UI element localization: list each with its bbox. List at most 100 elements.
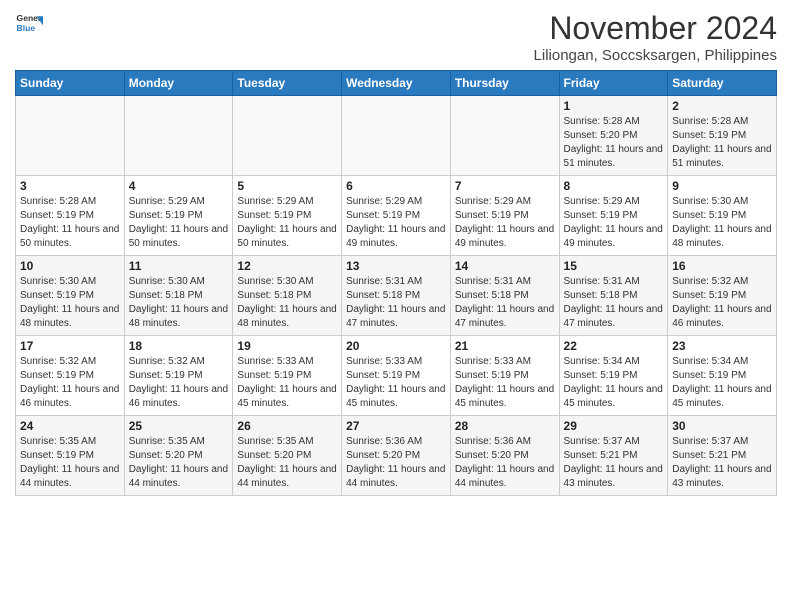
calendar-header-row: SundayMondayTuesdayWednesdayThursdayFrid… [16,71,777,96]
day-info: Sunrise: 5:33 AMSunset: 5:19 PMDaylight:… [237,355,337,411]
day-cell: 4 Sunrise: 5:29 AMSunset: 5:19 PMDaylight… [124,176,233,256]
logo-icon: General Blue [15,10,43,38]
day-cell [16,96,125,176]
day-info: Sunrise: 5:36 AMSunset: 5:20 PMDaylight:… [455,435,555,491]
day-number: 15 [564,259,664,273]
header-thursday: Thursday [450,71,559,96]
day-info: Sunrise: 5:30 AMSunset: 5:18 PMDaylight:… [237,275,337,331]
day-cell: 7Sunrise: 5:29 AMSunset: 5:19 PMDaylight… [450,176,559,256]
day-info: Sunrise: 5:28 AMSunset: 5:20 PMDaylight:… [564,115,664,171]
day-number: 21 [455,339,555,353]
day-number: 25 [129,419,229,433]
day-info: Sunrise: 5:36 AMSunset: 5:20 PMDaylight:… [346,435,446,491]
day-cell: 19 Sunrise: 5:33 AMSunset: 5:19 PMDayligh… [233,336,342,416]
day-cell: 8 Sunrise: 5:29 AMSunset: 5:19 PMDaylight… [559,176,668,256]
day-cell: 6 Sunrise: 5:29 AMSunset: 5:19 PMDaylight… [342,176,451,256]
day-info: Sunrise: 5:32 AMSunset: 5:19 PMDaylight:… [672,275,772,331]
day-cell [124,96,233,176]
day-info: Sunrise: 5:29 AMSunset: 5:19 PMDaylight:… [346,195,446,251]
day-info: Sunrise: 5:33 AMSunset: 5:19 PMDaylight:… [346,355,446,411]
day-number: 18 [129,339,229,353]
day-info: Sunrise: 5:37 AMSunset: 5:21 PMDaylight:… [672,435,772,491]
day-cell: 24 Sunrise: 5:35 AMSunset: 5:19 PMDayligh… [16,416,125,496]
svg-text:Blue: Blue [17,23,36,33]
day-number: 7 [455,179,555,193]
day-cell: 12 Sunrise: 5:30 AMSunset: 5:18 PMDayligh… [233,256,342,336]
month-title: November 2024 [534,10,777,47]
day-number: 22 [564,339,664,353]
day-number: 13 [346,259,446,273]
day-number: 16 [672,259,772,273]
day-cell [342,96,451,176]
day-cell: 29 Sunrise: 5:37 AMSunset: 5:21 PMDayligh… [559,416,668,496]
day-cell: 3Sunrise: 5:28 AMSunset: 5:19 PMDaylight… [16,176,125,256]
day-info: Sunrise: 5:31 AMSunset: 5:18 PMDaylight:… [564,275,664,331]
day-number: 2 [672,99,772,113]
day-info: Sunrise: 5:28 AMSunset: 5:19 PMDaylight:… [672,115,772,171]
day-number: 30 [672,419,772,433]
day-number: 19 [237,339,337,353]
day-info: Sunrise: 5:29 AMSunset: 5:19 PMDaylight:… [564,195,664,251]
day-cell: 5 Sunrise: 5:29 AMSunset: 5:19 PMDaylight… [233,176,342,256]
day-cell: 26 Sunrise: 5:35 AMSunset: 5:20 PMDayligh… [233,416,342,496]
calendar-table: SundayMondayTuesdayWednesdayThursdayFrid… [15,70,777,496]
week-row-1: 1 Sunrise: 5:28 AMSunset: 5:20 PMDaylight… [16,96,777,176]
day-cell: 17Sunrise: 5:32 AMSunset: 5:19 PMDayligh… [16,336,125,416]
day-info: Sunrise: 5:34 AMSunset: 5:19 PMDaylight:… [672,355,772,411]
day-cell: 16 Sunrise: 5:32 AMSunset: 5:19 PMDayligh… [668,256,777,336]
day-info: Sunrise: 5:31 AMSunset: 5:18 PMDaylight:… [346,275,446,331]
day-info: Sunrise: 5:32 AMSunset: 5:19 PMDaylight:… [129,355,229,411]
day-number: 27 [346,419,446,433]
day-number: 28 [455,419,555,433]
day-info: Sunrise: 5:35 AMSunset: 5:20 PMDaylight:… [129,435,229,491]
location-subtitle: Liliongan, Soccsksargen, Philippines [534,47,777,64]
day-number: 6 [346,179,446,193]
header-friday: Friday [559,71,668,96]
day-cell: 18 Sunrise: 5:32 AMSunset: 5:19 PMDayligh… [124,336,233,416]
day-number: 26 [237,419,337,433]
day-number: 8 [564,179,664,193]
day-number: 11 [129,259,229,273]
day-info: Sunrise: 5:29 AMSunset: 5:19 PMDaylight:… [237,195,337,251]
day-number: 12 [237,259,337,273]
day-cell: 13 Sunrise: 5:31 AMSunset: 5:18 PMDayligh… [342,256,451,336]
day-info: Sunrise: 5:37 AMSunset: 5:21 PMDaylight:… [564,435,664,491]
day-info: Sunrise: 5:33 AMSunset: 5:19 PMDaylight:… [455,355,555,411]
day-number: 1 [564,99,664,113]
logo: General Blue [15,10,43,38]
day-cell: 22 Sunrise: 5:34 AMSunset: 5:19 PMDayligh… [559,336,668,416]
header-sunday: Sunday [16,71,125,96]
day-info: Sunrise: 5:35 AMSunset: 5:20 PMDaylight:… [237,435,337,491]
day-cell: 15 Sunrise: 5:31 AMSunset: 5:18 PMDayligh… [559,256,668,336]
day-cell: 21 Sunrise: 5:33 AMSunset: 5:19 PMDayligh… [450,336,559,416]
day-number: 20 [346,339,446,353]
week-row-5: 24 Sunrise: 5:35 AMSunset: 5:19 PMDayligh… [16,416,777,496]
day-info: Sunrise: 5:30 AMSunset: 5:19 PMDaylight:… [20,275,120,331]
day-cell: 27 Sunrise: 5:36 AMSunset: 5:20 PMDayligh… [342,416,451,496]
week-row-4: 17Sunrise: 5:32 AMSunset: 5:19 PMDayligh… [16,336,777,416]
day-number: 10 [20,259,120,273]
day-number: 4 [129,179,229,193]
week-row-2: 3Sunrise: 5:28 AMSunset: 5:19 PMDaylight… [16,176,777,256]
day-number: 5 [237,179,337,193]
day-info: Sunrise: 5:32 AMSunset: 5:19 PMDaylight:… [20,355,120,411]
day-info: Sunrise: 5:30 AMSunset: 5:18 PMDaylight:… [129,275,229,331]
day-info: Sunrise: 5:34 AMSunset: 5:19 PMDaylight:… [564,355,664,411]
day-number: 3 [20,179,120,193]
day-number: 29 [564,419,664,433]
day-number: 14 [455,259,555,273]
day-number: 24 [20,419,120,433]
day-info: Sunrise: 5:30 AMSunset: 5:19 PMDaylight:… [672,195,772,251]
day-cell: 2 Sunrise: 5:28 AMSunset: 5:19 PMDaylight… [668,96,777,176]
day-cell: 30 Sunrise: 5:37 AMSunset: 5:21 PMDayligh… [668,416,777,496]
day-cell: 9Sunrise: 5:30 AMSunset: 5:19 PMDaylight… [668,176,777,256]
day-cell: 28 Sunrise: 5:36 AMSunset: 5:20 PMDayligh… [450,416,559,496]
day-cell: 23Sunrise: 5:34 AMSunset: 5:19 PMDayligh… [668,336,777,416]
day-info: Sunrise: 5:35 AMSunset: 5:19 PMDaylight:… [20,435,120,491]
day-info: Sunrise: 5:29 AMSunset: 5:19 PMDaylight:… [129,195,229,251]
day-cell: 10 Sunrise: 5:30 AMSunset: 5:19 PMDayligh… [16,256,125,336]
header-monday: Monday [124,71,233,96]
day-cell [450,96,559,176]
day-cell: 20 Sunrise: 5:33 AMSunset: 5:19 PMDayligh… [342,336,451,416]
header-wednesday: Wednesday [342,71,451,96]
